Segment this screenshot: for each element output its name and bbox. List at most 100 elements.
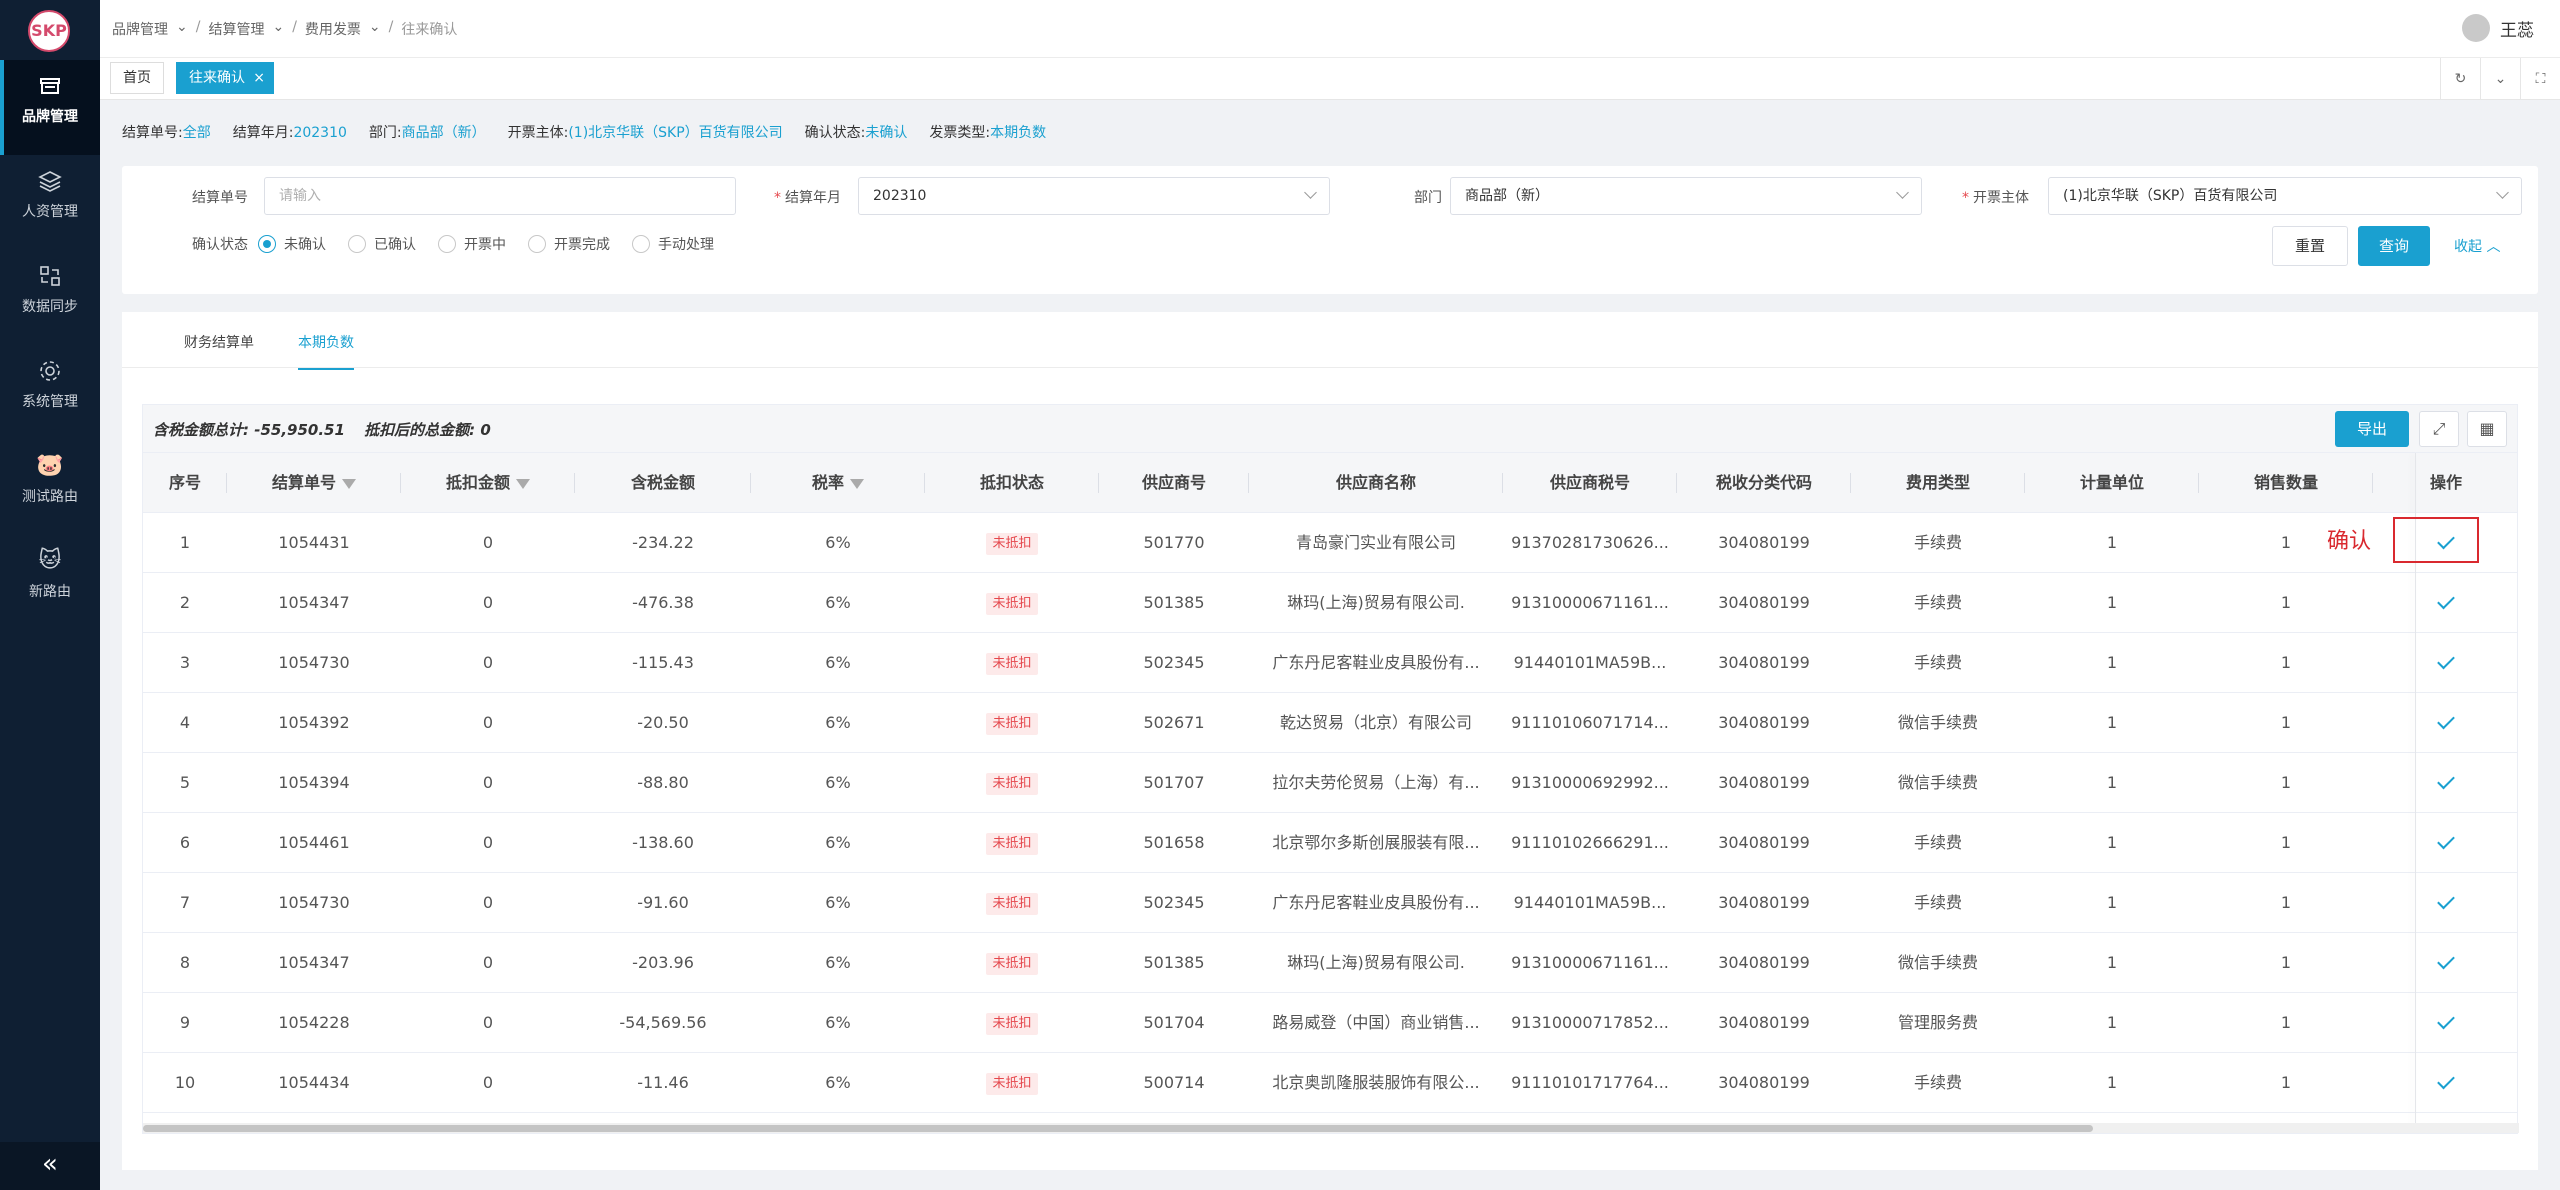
table-row: 3 1054730 0 -115.43 6% 未抵扣 502345 广东丹尼客鞋业皮具股份有.…	[143, 633, 2517, 693]
confirm-action[interactable]	[2373, 933, 2519, 993]
table-cell: 手续费	[1913, 893, 1962, 912]
tab-finance-statement[interactable]: 财务结算单	[184, 332, 254, 352]
tab-home[interactable]: 首页	[110, 62, 164, 94]
check-icon[interactable]	[2437, 891, 2455, 910]
settlement-no-input[interactable]: 请输入	[264, 177, 736, 215]
sidebar-item-brand[interactable]: 品牌管理	[0, 60, 100, 155]
sidebar-item-system[interactable]: 系统管理	[0, 345, 100, 440]
reset-button[interactable]: 重置	[2272, 226, 2348, 266]
radio-confirmed[interactable]: 已确认	[348, 234, 416, 254]
status-badge: 未抵扣	[986, 652, 1038, 675]
table-cell: 1054347	[278, 593, 350, 612]
table-cell: 91310000671161...	[1511, 953, 1669, 972]
cat-icon: 🐱	[38, 548, 62, 573]
table-cell: 手续费	[1913, 593, 1962, 612]
period-select[interactable]: 202310	[858, 177, 1330, 215]
fullscreen-icon[interactable]: ⛶	[2520, 58, 2560, 100]
table-cell: 0	[482, 833, 494, 852]
table-cell: 91110101717764...	[1511, 1073, 1669, 1092]
sidebar-item-new-route[interactable]: 🐱 新路由	[0, 535, 100, 630]
confirm-action[interactable]	[2373, 693, 2519, 753]
table-cell: 1	[2280, 1013, 2292, 1032]
entity-select[interactable]: (1)北京华联（SKP）百货有限公司	[2048, 177, 2522, 215]
fullscreen-icon[interactable]: ⤢	[2419, 411, 2459, 447]
table-cell: 1	[2280, 773, 2292, 792]
sidebar: SKP 品牌管理 人资管理 数据同步 系统管理 🐷 测试路由 🐱 新路由 «	[0, 0, 100, 1190]
table-cell: 304080199	[1718, 773, 1810, 792]
check-icon[interactable]	[2437, 651, 2455, 670]
radio-manual[interactable]: 手动处理	[632, 234, 714, 254]
sidebar-item-test-route[interactable]: 🐷 测试路由	[0, 440, 100, 535]
table-cell: 8	[179, 953, 191, 972]
filter-icon[interactable]	[342, 478, 356, 489]
table-cell: 未抵扣	[925, 513, 1099, 573]
sidebar-item-label: 数据同步	[22, 299, 78, 315]
breadcrumb-item[interactable]: 费用发票	[305, 19, 361, 39]
confirm-action[interactable]	[2373, 573, 2519, 633]
dept-select[interactable]: 商品部（新）	[1450, 177, 1922, 215]
radio-unconfirmed[interactable]: 未确认	[258, 234, 326, 254]
filter-icon[interactable]	[850, 478, 864, 489]
avatar	[2462, 14, 2490, 42]
confirm-action[interactable]	[2373, 873, 2519, 933]
column-settings-icon[interactable]: ▦	[2467, 411, 2507, 447]
sidebar-collapse-button[interactable]: «	[0, 1142, 100, 1190]
table-cell: 6%	[825, 953, 851, 972]
sidebar-item-sync[interactable]: 数据同步	[0, 250, 100, 345]
table-cell: 1054730	[278, 893, 350, 912]
column-header: 供应商名称	[1249, 453, 1503, 513]
table-cell: 501707	[1143, 773, 1205, 792]
refresh-icon[interactable]: ↻	[2440, 58, 2480, 100]
check-icon[interactable]	[2437, 591, 2455, 610]
status-badge: 未抵扣	[986, 1012, 1038, 1035]
tab-current-negative[interactable]: 本期负数	[298, 332, 354, 370]
table-cell: 91110102666291...	[1511, 833, 1669, 852]
check-icon[interactable]	[2437, 1071, 2455, 1090]
table-cell: 未抵扣	[925, 573, 1099, 633]
tab-confirm[interactable]: 往来确认 ×	[176, 62, 274, 94]
sync-icon	[40, 266, 60, 286]
table-cell: 6	[179, 833, 191, 852]
check-icon[interactable]	[2437, 951, 2455, 970]
check-icon[interactable]	[2437, 711, 2455, 730]
user-menu[interactable]: 王蕊	[2462, 14, 2534, 42]
confirm-action[interactable]	[2373, 633, 2519, 693]
export-button[interactable]: 导出	[2335, 411, 2409, 447]
close-icon[interactable]: ×	[253, 63, 265, 93]
table-cell: -234.22	[632, 533, 694, 552]
table-cell: 微信手续费	[1897, 953, 1978, 972]
column-header: 抵扣状态	[925, 453, 1099, 513]
radio-invoiced[interactable]: 开票完成	[528, 234, 610, 254]
table-cell: 7	[179, 893, 191, 912]
status-badge: 未抵扣	[986, 832, 1038, 855]
table-cell: 手续费	[1913, 533, 1962, 552]
check-icon[interactable]	[2437, 1011, 2455, 1030]
breadcrumb-item[interactable]: 结算管理	[208, 19, 264, 39]
sidebar-item-hr[interactable]: 人资管理	[0, 155, 100, 250]
collapse-link[interactable]: 收起 ︿	[2454, 236, 2500, 256]
table-cell: -88.80	[637, 773, 689, 792]
confirm-action[interactable]	[2373, 813, 2519, 873]
table-cell: 琳玛(上海)贸易有限公司.	[1287, 953, 1465, 972]
filter-icon[interactable]	[516, 478, 530, 489]
column-header: 含税金额	[575, 453, 751, 513]
breadcrumb-item[interactable]: 品牌管理	[112, 19, 168, 39]
status-badge: 未抵扣	[986, 592, 1038, 615]
query-button[interactable]: 查询	[2358, 226, 2430, 266]
confirm-action[interactable]	[2373, 753, 2519, 813]
table-cell: -91.60	[637, 893, 689, 912]
check-icon[interactable]	[2437, 771, 2455, 790]
table-cell: 304080199	[1718, 893, 1810, 912]
table-cell: 1054228	[278, 1013, 350, 1032]
table-row: 8 1054347 0 -203.96 6% 未抵扣 501385 琳玛(上海)贸易有限公司.…	[143, 933, 2517, 993]
radio-invoicing[interactable]: 开票中	[438, 234, 506, 254]
table-cell: 1	[2280, 1073, 2292, 1092]
table-cell: 0	[482, 593, 494, 612]
table-cell: 拉尔夫劳伦贸易（上海）有...	[1272, 773, 1480, 792]
check-icon[interactable]	[2437, 831, 2455, 850]
horizontal-scrollbar[interactable]	[143, 1123, 2519, 1133]
table-cell: 91310000671161...	[1511, 593, 1669, 612]
confirm-action[interactable]	[2373, 993, 2519, 1053]
confirm-action[interactable]	[2373, 1053, 2519, 1113]
chevron-down-icon[interactable]: ⌄	[2480, 58, 2520, 100]
